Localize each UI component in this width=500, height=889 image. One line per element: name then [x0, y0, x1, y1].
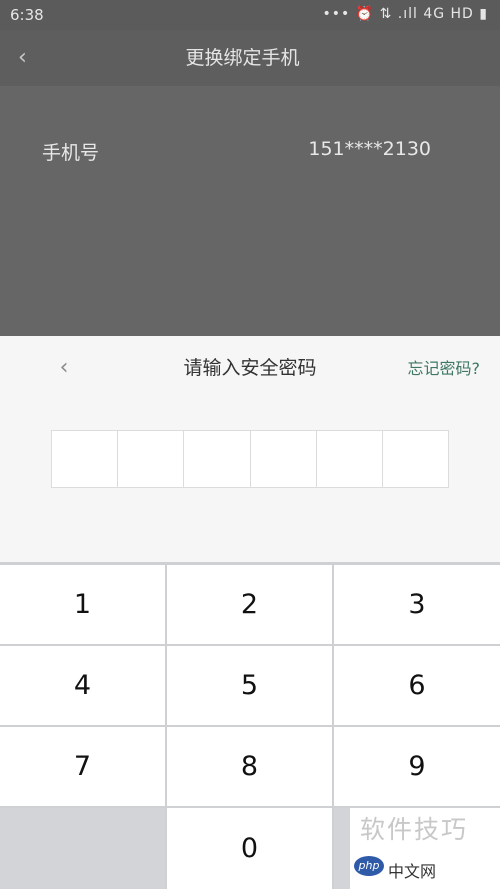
password-digit-box — [52, 431, 119, 487]
watermark: 软件技巧 php 中文网 — [350, 808, 500, 889]
key-2[interactable]: 2 — [167, 565, 332, 644]
watermark-text: 软件技巧 — [360, 815, 469, 844]
phone-row: 手机号 151****2130 — [0, 86, 500, 336]
status-icons-text: ••• ⏰ ⇅ .ıll 4G HD ▮ — [322, 6, 488, 22]
forgot-password-link[interactable]: 忘记密码? — [408, 356, 481, 382]
key-7[interactable]: 7 — [0, 727, 165, 806]
key-9[interactable]: 9 — [334, 727, 500, 806]
page-header: ‹ 更换绑定手机 — [0, 30, 500, 86]
page-title: 更换绑定手机 — [185, 47, 300, 69]
password-digit-box — [317, 431, 383, 487]
key-4[interactable]: 4 — [0, 646, 165, 725]
key-1[interactable]: 1 — [0, 565, 165, 644]
password-digit-box — [251, 431, 317, 487]
key-6[interactable]: 6 — [334, 646, 500, 725]
key-0[interactable]: 0 — [167, 808, 332, 889]
key-8[interactable]: 8 — [167, 727, 332, 806]
status-time: 6:38 — [10, 6, 44, 24]
password-digit-box — [118, 431, 185, 487]
password-input[interactable] — [51, 430, 449, 488]
key-5[interactable]: 5 — [167, 646, 332, 725]
password-digit-box — [184, 431, 251, 487]
status-icons: ••• ⏰ ⇅ .ıll 4G HD ▮ — [322, 6, 488, 22]
watermark-logo: php — [354, 856, 384, 876]
key-blank-left — [0, 808, 165, 889]
status-bar: 6:38 ••• ⏰ ⇅ .ıll 4G HD ▮ — [0, 0, 500, 30]
key-3[interactable]: 3 — [334, 565, 500, 644]
chevron-left-icon[interactable]: ‹ — [50, 354, 78, 382]
phone-label: 手机号 — [42, 142, 100, 164]
password-panel: ‹ 请输入安全密码 忘记密码? — [0, 336, 500, 562]
phone-value: 151****2130 — [308, 138, 431, 160]
password-digit-box — [383, 431, 448, 487]
watermark-site: 中文网 — [388, 862, 437, 881]
